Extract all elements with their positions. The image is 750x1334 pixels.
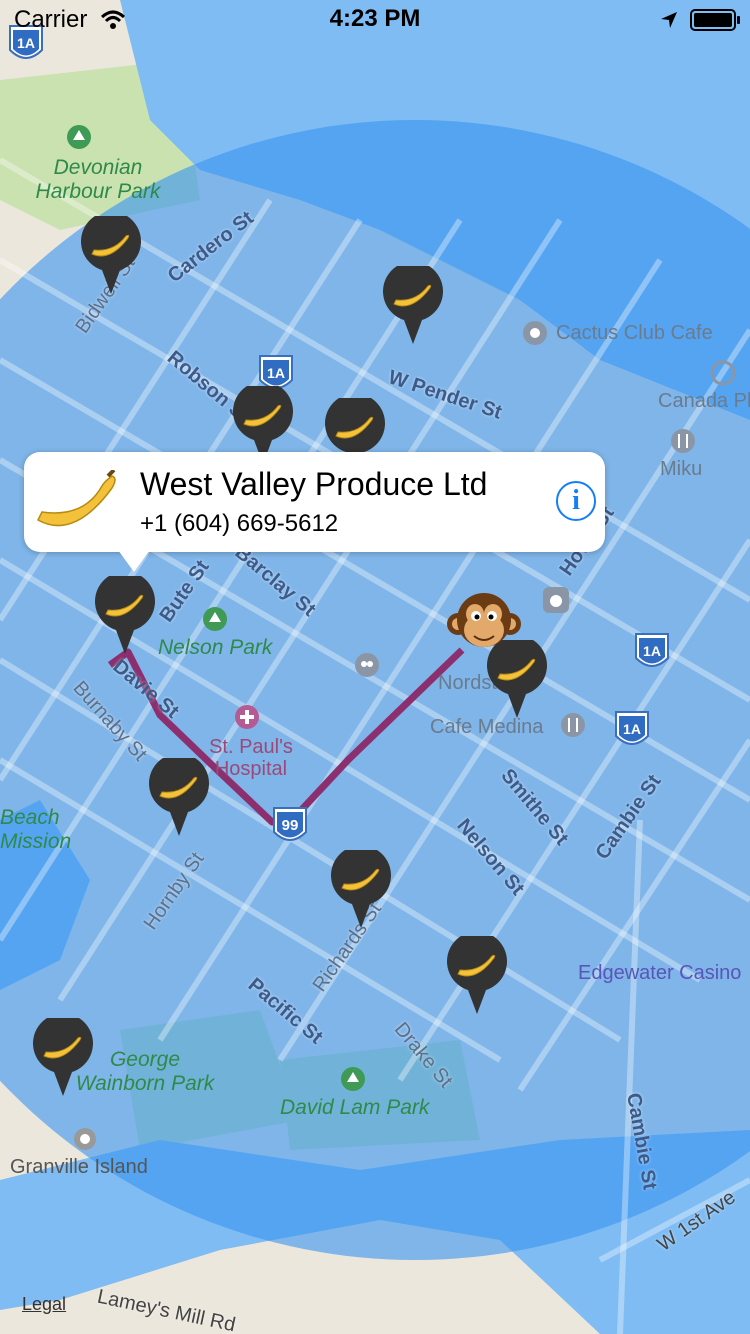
restaurant-icon <box>561 713 585 737</box>
poi-label-canada-place: Canada Place <box>658 390 750 412</box>
poi-label-miku: Miku <box>660 458 703 480</box>
park-label-beach: Beach Mission <box>0 806 72 853</box>
landmark-icon <box>74 1128 96 1150</box>
highway-shield-label: 1A <box>623 721 641 737</box>
landmark-icon <box>710 360 736 386</box>
highway-shield-label: 1A <box>643 643 661 659</box>
highway-shield-1a: 1A <box>614 706 650 752</box>
banana-pin[interactable] <box>446 931 508 1016</box>
banana-icon <box>383 261 443 344</box>
highway-shield-label: 99 <box>282 817 299 834</box>
banana-pin[interactable] <box>148 753 210 838</box>
callout-tail <box>118 550 150 572</box>
annotation-callout[interactable]: West Valley Produce Ltd +1 (604) 669-561… <box>24 452 605 572</box>
park-label-david-lam: David Lam Park <box>280 1096 430 1119</box>
banana-icon <box>32 1013 93 1096</box>
monkey-user-location-icon[interactable] <box>444 584 524 664</box>
location-arrow-icon <box>661 12 677 28</box>
banana-icon <box>149 753 209 836</box>
park-label-devonian: Devonian Harbour Park <box>35 156 161 203</box>
banana-pin[interactable] <box>382 261 444 346</box>
map-view[interactable]: Cardero St Robson St W Pender St Bute St… <box>0 0 750 1334</box>
poi-label-edgewater: Edgewater Casino <box>578 962 742 984</box>
banana-pin[interactable] <box>80 211 142 296</box>
info-button-icon[interactable]: i <box>556 481 596 521</box>
banana-pin[interactable] <box>330 845 392 930</box>
hospital-icon <box>235 705 259 729</box>
highway-shield-99: 99 <box>272 802 308 848</box>
banana-icon <box>331 845 391 928</box>
banana-icon <box>37 470 116 527</box>
theatre-icon <box>355 653 379 677</box>
legal-link[interactable]: Legal <box>22 1294 66 1315</box>
callout-phone[interactable]: +1 (604) 669-5612 <box>140 510 338 538</box>
banana-icon <box>95 571 155 654</box>
banana-icon <box>447 931 507 1014</box>
status-time: 4:23 PM <box>329 5 421 32</box>
poi-label-hospital: St. Paul's Hospital <box>209 736 293 780</box>
banana-icon <box>81 211 141 294</box>
battery-icon <box>690 9 740 31</box>
status-bar: Carrier 4:23 PM <box>0 0 750 40</box>
park-label-nelson: Nelson Park <box>158 636 273 659</box>
poi-label-granville: Granville Island <box>10 1156 148 1178</box>
highway-shield-1a: 1A <box>634 628 670 674</box>
park-icon <box>203 607 227 631</box>
park-icon <box>341 1067 365 1091</box>
apple-store-icon <box>543 587 569 613</box>
restaurant-icon <box>671 429 695 453</box>
poi-label-cactus: Cactus Club Cafe <box>556 322 713 344</box>
banana-pin-selected[interactable] <box>94 571 156 656</box>
banana-pin[interactable] <box>32 1013 94 1098</box>
callout-title: West Valley Produce Ltd <box>140 466 488 502</box>
highway-shield-label: 1A <box>267 365 285 381</box>
park-icon <box>67 125 91 149</box>
cafe-icon <box>523 321 547 345</box>
